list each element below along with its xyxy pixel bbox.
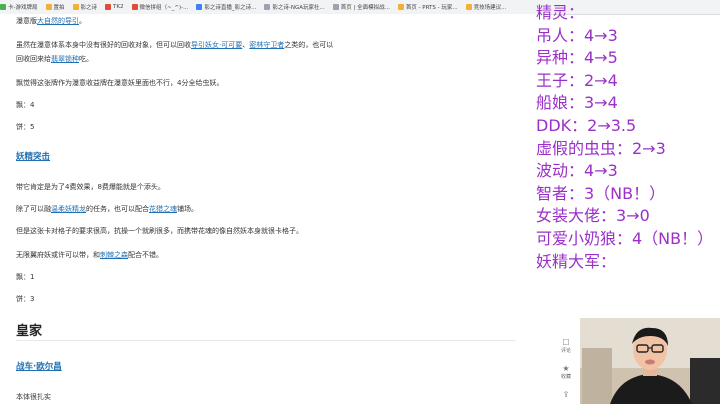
paragraph: 飘觉得这张牌作为瀑意收益牌在瀑意妖里面也不行，4分全给虫妖。 <box>16 79 224 87</box>
article-content: 瀑意版大自然的导引。 虽然在瀑意体系本身中没有很好的回收对象，但可以回收导引妖女… <box>0 14 540 404</box>
bookmark-label: 微信拼组（~_^)-... <box>139 5 189 11</box>
card-link-flower-soul[interactable]: 花猎之魂 <box>149 205 177 213</box>
bookmark-label: 影之诗直播_影之诗... <box>204 5 257 11</box>
paragraph: 除了可以融温柔妖精龙的任务，也可以配合花猎之魂铺场。 <box>16 204 198 214</box>
bookmark-item[interactable]: 首页 | 全面模拟战... <box>332 3 390 11</box>
bookmark-item[interactable]: 卡-游戏牌局 <box>0 3 38 11</box>
score-piao: 飘：4 <box>16 101 35 109</box>
text: 瀑意版 <box>16 17 37 25</box>
bookmark-favicon-icon <box>72 4 79 10</box>
score-bing: 饼：5 <box>16 123 35 131</box>
bookmark-favicon-icon <box>131 4 138 10</box>
bookmark-label: 影之诗-NGA玩家社... <box>272 5 325 11</box>
bookmark-favicon-icon <box>105 4 112 10</box>
overlay-line: 可爱小奶狼：4（NB！） <box>536 228 714 248</box>
bookmark-label: 影之诗 <box>80 5 98 11</box>
overlay-line: 船娘：3→4 <box>536 93 618 113</box>
paragraph: 回收回来给翡翠锁种吃。 <box>16 54 93 64</box>
section-heading-royal: 皇家 <box>16 324 43 339</box>
divider <box>16 340 516 341</box>
bookmark-item[interactable]: 置拍 <box>45 3 65 11</box>
bookmark-favicon-icon <box>45 4 52 10</box>
stream-overlay-scores: 精灵： 吊人：4→3 异种：4→5 王子：2→4 船娘：3→4 DDK：2→3.… <box>536 2 720 273</box>
section-title-chariot[interactable]: 战车·欧尔昌 <box>16 360 62 372</box>
overlay-line: 异种：4→5 <box>536 48 618 68</box>
bookmark-favicon-icon <box>264 4 271 10</box>
card-link-nature-guidance[interactable]: 大自然的导引 <box>37 17 79 25</box>
bookmark-item[interactable]: TK2 <box>105 4 124 10</box>
overlay-line: 女装大佬：3→0 <box>536 206 650 226</box>
overlay-line: 王子：2→4 <box>536 70 618 90</box>
webcam-feed <box>580 318 720 404</box>
star-icon: ★ <box>562 364 570 373</box>
card-link-thorn-forest[interactable]: 刺棘之森 <box>100 251 128 259</box>
bookmark-label: 卡-游戏牌局 <box>8 5 38 11</box>
bookmark-item[interactable]: 竞技场建议... <box>465 3 507 11</box>
overlay-line: DDK：2→3.5 <box>536 115 637 135</box>
text: 虽然在瀑意体系本身中没有很好的回收对象，但可以回收 <box>16 41 191 49</box>
card-link-emerald-seed[interactable]: 翡翠锁种 <box>51 55 79 63</box>
text: 配合不错。 <box>128 251 163 259</box>
comment-label: 评论 <box>560 348 571 354</box>
bookmark-label: 竞技场建议... <box>473 5 507 11</box>
score-piao: 飘：1 <box>16 273 35 281</box>
card-link-forest-guardian[interactable]: 密林守卫者 <box>249 41 284 49</box>
score-bing: 饼：3 <box>16 295 35 303</box>
bookmark-favicon-icon <box>332 4 339 10</box>
comment-icon: ☐ <box>562 338 570 347</box>
bookmark-label: 置拍 <box>53 5 65 11</box>
bookmark-item[interactable]: 微信拼组（~_^)-... <box>131 3 189 11</box>
text: 。 <box>79 17 86 25</box>
text: 回收回来给 <box>16 55 51 63</box>
overlay-line: 波动：4→3 <box>536 161 618 181</box>
overlay-line: 吊人：4→3 <box>536 25 618 45</box>
webcam-person-illustration <box>580 318 720 404</box>
paragraph: 虽然在瀑意体系本身中没有很好的回收对象，但可以回收导引妖女·可可要、密林守卫者之… <box>16 40 333 50</box>
share-button[interactable]: ⇪ <box>556 390 576 399</box>
paragraph: 带它肯定是为了4费效果，8费爆能就是个添头。 <box>16 183 165 191</box>
bookmark-favicon-icon <box>397 4 404 10</box>
paragraph: 但是这张卡对格子的要求很高，抗操一个就刷很多，而携带花魂的像自然妖本身就很卡格子… <box>16 227 303 235</box>
bookmark-favicon-icon <box>196 4 203 10</box>
favorite-label: 收藏 <box>560 374 571 380</box>
text: 铺场。 <box>177 205 198 213</box>
share-icon: ⇪ <box>562 390 570 399</box>
text: 除了可以融 <box>16 205 51 213</box>
bookmark-item[interactable]: 影之诗 <box>72 3 98 11</box>
overlay-line: 虚假的虫虫：2→3 <box>536 138 666 158</box>
favorite-button[interactable]: ★ 收藏 <box>556 364 576 380</box>
card-link-fairy-coco[interactable]: 导引妖女·可可要 <box>191 41 242 49</box>
paragraph: 无限翼府妖或许可以带，和刺棘之森配合不错。 <box>16 250 163 260</box>
paragraph: 本体很扎实 <box>16 393 51 401</box>
text: 的任务，也可以配合 <box>86 205 149 213</box>
bookmark-item[interactable]: 首页 - PRTS - 玩家... <box>397 3 458 11</box>
bookmark-favicon-icon <box>0 4 6 10</box>
bookmark-label: TK2 <box>113 4 124 10</box>
overlay-line: 智者：3（NB！） <box>536 183 666 203</box>
bookmark-label: 首页 - PRTS - 玩家... <box>405 5 458 11</box>
comment-button[interactable]: ☐ 评论 <box>556 338 576 354</box>
bookmark-item[interactable]: 影之诗直播_影之诗... <box>196 3 256 11</box>
section-title-fairy-assault[interactable]: 妖精突击 <box>16 150 50 162</box>
text: 无限翼府妖或许可以带，和 <box>16 251 100 259</box>
overlay-line: 精灵： <box>536 3 585 22</box>
text: 吃。 <box>79 55 93 63</box>
overlay-line: 妖精大军： <box>536 251 617 271</box>
bookmark-favicon-icon <box>465 4 472 10</box>
paragraph: 瀑意版大自然的导引。 <box>16 16 86 26</box>
bookmark-label: 首页 | 全面模拟战... <box>340 5 390 11</box>
text: 之类的，也可以 <box>284 41 334 49</box>
card-link-gentle-fairy-dragon[interactable]: 温柔妖精龙 <box>51 205 86 213</box>
bookmark-item[interactable]: 影之诗-NGA玩家社... <box>264 3 325 11</box>
